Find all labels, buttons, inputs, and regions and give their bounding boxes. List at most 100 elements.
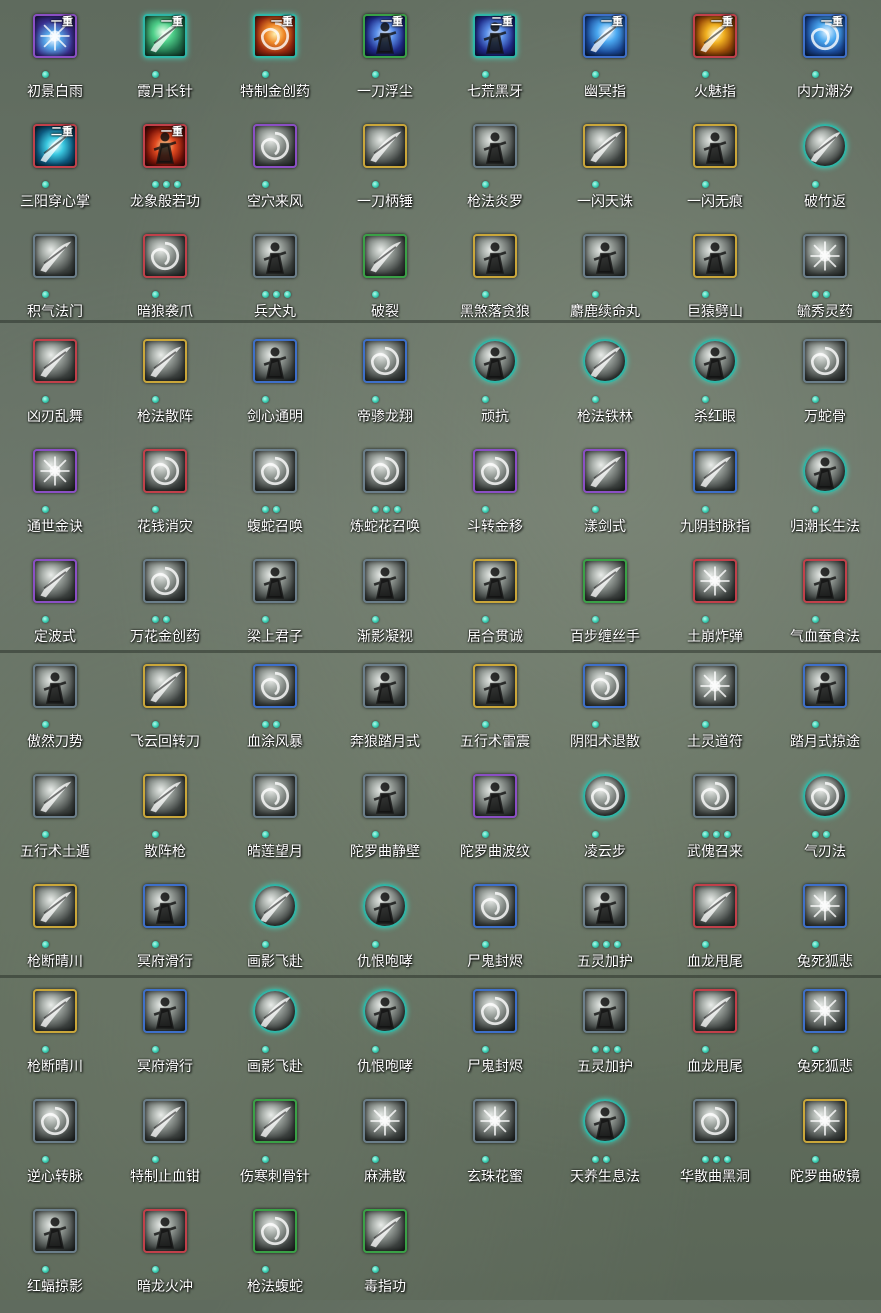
skill-slot[interactable]: 枪断晴川 [0, 878, 110, 988]
skill-icon[interactable] [803, 884, 847, 928]
skill-slot[interactable]: 一重 特制金创药 [220, 8, 330, 118]
skill-slot[interactable]: 破裂 [330, 228, 440, 338]
skill-icon[interactable] [803, 664, 847, 708]
skill-slot[interactable]: 傲然刀势 [0, 658, 110, 768]
skill-slot[interactable]: 玄珠花蜜 [440, 1093, 550, 1203]
skill-slot[interactable]: 蝮蛇召唤 [220, 443, 330, 553]
skill-icon[interactable] [803, 449, 847, 493]
skill-slot[interactable]: 一重 龙象般若功 [110, 118, 220, 228]
skill-icon[interactable] [363, 124, 407, 168]
skill-icon[interactable] [473, 884, 517, 928]
skill-icon[interactable] [143, 774, 187, 818]
skill-icon[interactable] [143, 884, 187, 928]
skill-icon[interactable] [253, 774, 297, 818]
skill-icon[interactable] [693, 234, 737, 278]
skill-slot[interactable]: 黑煞落贪狼 [440, 228, 550, 338]
skill-icon[interactable] [803, 234, 847, 278]
skill-slot[interactable]: 九阴封脉指 [660, 443, 770, 553]
skill-icon[interactable] [583, 664, 627, 708]
skill-slot[interactable]: 顽抗 [440, 333, 550, 443]
skill-slot[interactable]: 兔死狐悲 [770, 878, 880, 988]
skill-icon[interactable] [693, 1099, 737, 1143]
skill-slot[interactable]: 一重 幽冥指 [550, 8, 660, 118]
skill-icon[interactable] [803, 989, 847, 1033]
skill-slot[interactable]: 毓秀灵药 [770, 228, 880, 338]
skill-icon[interactable] [583, 234, 627, 278]
skill-slot[interactable]: 万花金创药 [110, 553, 220, 663]
skill-slot[interactable]: 血龙甩尾 [660, 878, 770, 988]
skill-slot[interactable]: 陀罗曲破镜 [770, 1093, 880, 1203]
skill-icon[interactable] [253, 124, 297, 168]
skill-icon[interactable] [693, 884, 737, 928]
skill-slot[interactable]: 土崩炸弹 [660, 553, 770, 663]
skill-slot[interactable]: 仇恨咆哮 [330, 983, 440, 1093]
skill-icon[interactable] [583, 989, 627, 1033]
skill-slot[interactable]: 空穴来风 [220, 118, 330, 228]
skill-slot[interactable]: 血涂风暴 [220, 658, 330, 768]
skill-icon[interactable] [803, 1099, 847, 1143]
skill-slot[interactable]: 枪法炎罗 [440, 118, 550, 228]
skill-slot[interactable]: 画影飞赴 [220, 983, 330, 1093]
skill-icon[interactable] [363, 1099, 407, 1143]
skill-slot[interactable]: 奔狼踏月式 [330, 658, 440, 768]
skill-slot[interactable]: 红蝠掠影 [0, 1203, 110, 1313]
skill-icon[interactable] [33, 884, 77, 928]
skill-slot[interactable]: 枪断晴川 [0, 983, 110, 1093]
skill-icon[interactable] [473, 664, 517, 708]
skill-icon[interactable] [473, 989, 517, 1033]
skill-slot[interactable]: 一闪无痕 [660, 118, 770, 228]
skill-icon[interactable] [583, 1099, 627, 1143]
skill-slot[interactable]: 枪法蝮蛇 [220, 1203, 330, 1313]
skill-icon[interactable] [363, 884, 407, 928]
skill-icon[interactable] [33, 449, 77, 493]
skill-icon[interactable] [143, 234, 187, 278]
skill-icon[interactable] [583, 774, 627, 818]
skill-slot[interactable]: 居合贯诚 [440, 553, 550, 663]
skill-slot[interactable]: 剑心通明 [220, 333, 330, 443]
skill-slot[interactable]: 血龙甩尾 [660, 983, 770, 1093]
skill-slot[interactable]: 五行术土遁 [0, 768, 110, 878]
skill-slot[interactable]: 一重 火魅指 [660, 8, 770, 118]
skill-slot[interactable]: 陀罗曲静壁 [330, 768, 440, 878]
skill-icon[interactable] [473, 124, 517, 168]
skill-icon[interactable] [803, 339, 847, 383]
skill-icon[interactable] [693, 989, 737, 1033]
skill-icon[interactable] [583, 884, 627, 928]
skill-slot[interactable]: 帝骖龙翔 [330, 333, 440, 443]
skill-icon[interactable] [143, 559, 187, 603]
skill-icon[interactable] [143, 449, 187, 493]
skill-slot[interactable]: 皓莲望月 [220, 768, 330, 878]
skill-icon[interactable] [473, 234, 517, 278]
skill-icon[interactable] [583, 559, 627, 603]
skill-icon[interactable] [693, 449, 737, 493]
skill-slot[interactable]: 梁上君子 [220, 553, 330, 663]
skill-icon[interactable] [363, 664, 407, 708]
skill-icon[interactable] [473, 559, 517, 603]
skill-icon[interactable] [473, 339, 517, 383]
skill-slot[interactable]: 冥府滑行 [110, 983, 220, 1093]
skill-icon[interactable] [253, 339, 297, 383]
skill-slot[interactable]: 天养生息法 [550, 1093, 660, 1203]
skill-slot[interactable]: 逆心转脉 [0, 1093, 110, 1203]
skill-slot[interactable]: 一闪天诛 [550, 118, 660, 228]
skill-icon[interactable] [33, 339, 77, 383]
skill-slot[interactable]: 飞云回转刀 [110, 658, 220, 768]
skill-icon[interactable] [143, 664, 187, 708]
skill-slot[interactable]: 破竹返 [770, 118, 880, 228]
skill-slot[interactable]: 积气法门 [0, 228, 110, 338]
skill-slot[interactable]: 兔死狐悲 [770, 983, 880, 1093]
skill-slot[interactable]: 特制止血钳 [110, 1093, 220, 1203]
skill-slot[interactable]: 一重 一刀浮尘 [330, 8, 440, 118]
skill-slot[interactable]: 一刀柄锤 [330, 118, 440, 228]
skill-slot[interactable]: 凶刃乱舞 [0, 333, 110, 443]
skill-slot[interactable]: 一重 初景白雨 [0, 8, 110, 118]
skill-slot[interactable]: 毒指功 [330, 1203, 440, 1313]
skill-slot[interactable]: 五灵加护 [550, 983, 660, 1093]
skill-slot[interactable]: 画影飞赴 [220, 878, 330, 988]
skill-icon[interactable] [803, 559, 847, 603]
skill-slot[interactable]: 尸鬼封烬 [440, 878, 550, 988]
skill-icon[interactable] [363, 774, 407, 818]
skill-slot[interactable]: 百步缠丝手 [550, 553, 660, 663]
skill-icon[interactable] [33, 774, 77, 818]
skill-slot[interactable]: 麻沸散 [330, 1093, 440, 1203]
